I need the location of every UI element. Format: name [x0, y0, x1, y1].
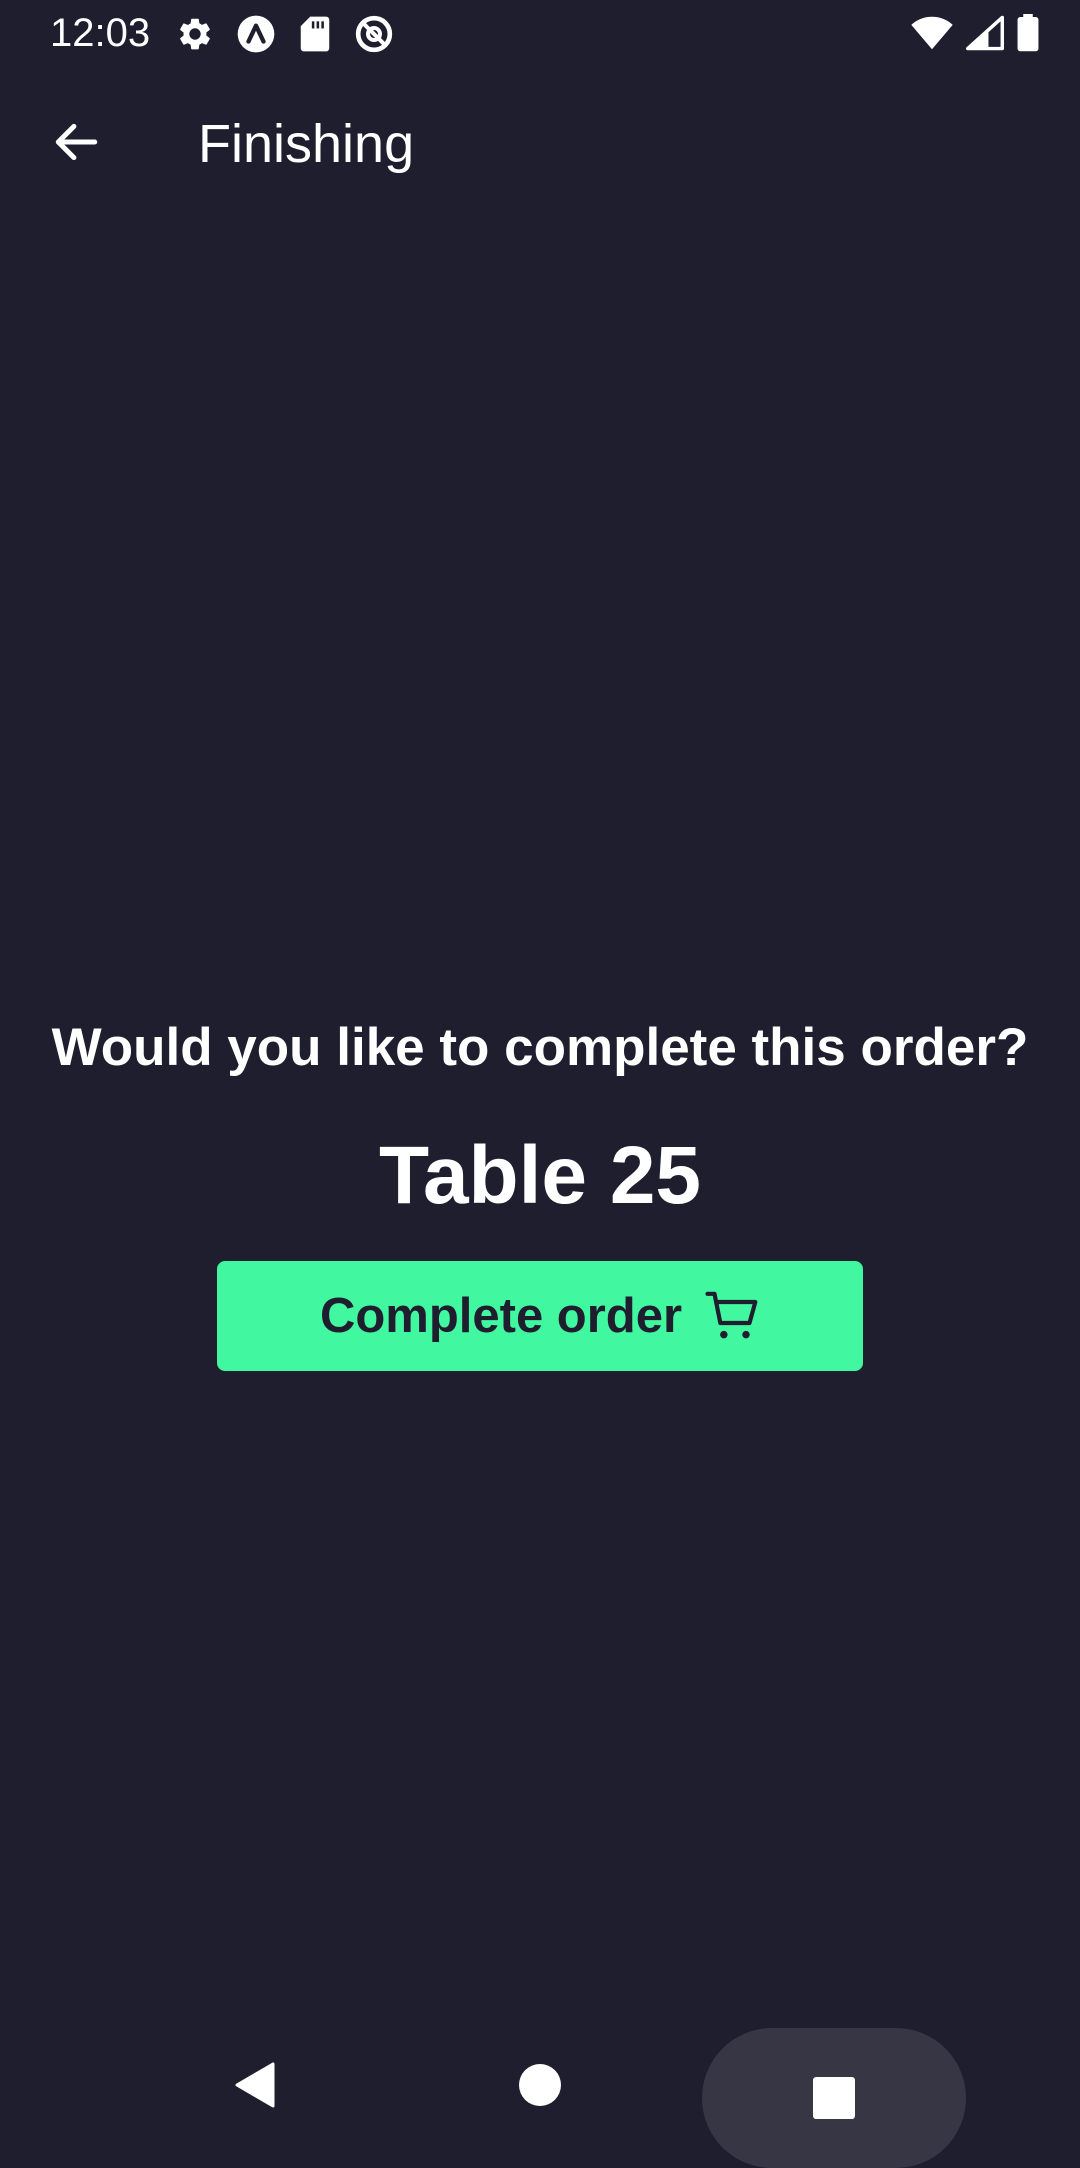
battery-icon [1016, 14, 1040, 52]
status-right-icons [910, 14, 1040, 52]
app-bar: Finishing [0, 66, 1080, 222]
complete-order-button-label: Complete order [319, 1289, 683, 1343]
cellular-signal-icon [966, 15, 1004, 51]
status-bar: 12:03 [0, 0, 1080, 66]
nav-recents-button[interactable] [702, 2028, 966, 2168]
gear-icon [176, 15, 214, 53]
cart-icon [704, 1288, 760, 1344]
page-title: Finishing [198, 114, 415, 174]
back-button[interactable] [28, 96, 124, 192]
nav-recents-icon [813, 2077, 855, 2119]
nav-home-button[interactable] [485, 2030, 595, 2140]
sd-card-icon [298, 15, 332, 53]
at-sign-icon [354, 14, 394, 54]
status-time: 12:03 [50, 11, 151, 55]
system-nav-bar [0, 2010, 1080, 2168]
complete-order-button[interactable]: Complete order [217, 1261, 863, 1371]
table-label: Table 25 [378, 1130, 702, 1221]
nav-back-icon [233, 2061, 277, 2109]
status-left-icons [176, 14, 394, 54]
arrow-left-icon [51, 117, 101, 172]
nav-back-button[interactable] [200, 2030, 310, 2140]
wifi-icon [910, 15, 954, 51]
complete-order-prompt: Would you like to complete this order? [51, 1018, 1029, 1077]
nav-home-icon [519, 2064, 561, 2106]
app-badge-icon [236, 14, 276, 54]
